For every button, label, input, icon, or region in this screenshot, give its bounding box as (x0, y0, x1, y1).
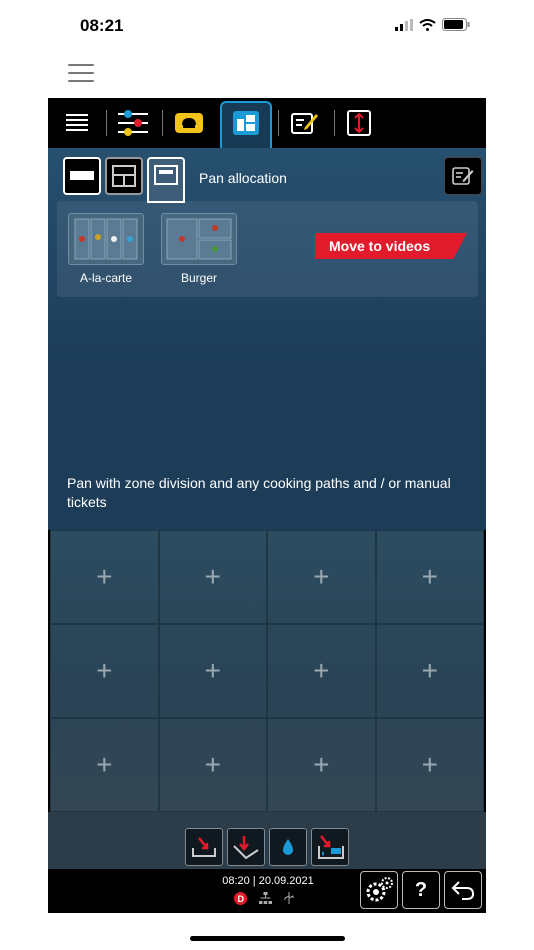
pan-slot[interactable]: + (375, 530, 484, 624)
back-button[interactable] (444, 871, 482, 909)
edit-note-icon (452, 167, 474, 185)
gears-icon (366, 877, 393, 902)
pan-slot[interactable]: + (158, 718, 267, 812)
battery-icon (442, 18, 470, 31)
pan-slot[interactable]: + (158, 624, 267, 718)
pan-arrow-down-icon (192, 837, 216, 857)
split-zone-icon (112, 165, 136, 187)
action-bar (48, 812, 486, 869)
pan-grid-icon (233, 111, 259, 135)
system-icons (395, 18, 470, 31)
svg-text:D: D (238, 894, 245, 904)
pan-slot[interactable]: + (50, 530, 159, 624)
signal-icon (395, 18, 413, 31)
single-zone-icon (70, 171, 94, 180)
cleaning-button[interactable] (311, 828, 349, 866)
date-time: 08:20 | 20.09.2021 (222, 875, 314, 887)
chef-hat-icon (175, 113, 203, 133)
pan-allocation-panel: Pan allocation A-la-carte Burger Move to… (48, 148, 486, 530)
pan-water-icon (318, 835, 344, 859)
pan-slot[interactable]: + (375, 624, 484, 718)
tab-list[interactable] (54, 102, 100, 144)
pan-slot[interactable]: + (50, 624, 159, 718)
unload-pan-button[interactable] (185, 828, 223, 866)
split-pan-mode-button[interactable] (105, 157, 143, 195)
top-tab-bar (48, 98, 486, 151)
footer-status-icons: D (234, 891, 294, 905)
status-bar: 08:21 (0, 0, 534, 52)
vertical-arrows-icon (347, 110, 371, 136)
pan-slot[interactable]: + (375, 718, 484, 812)
demo-mode-icon: D (234, 891, 247, 905)
zone-icon (154, 165, 178, 185)
network-icon (259, 891, 272, 904)
tilt-pan-button[interactable] (227, 828, 265, 866)
tab-chef-hat[interactable] (166, 102, 212, 144)
page-title: Pan allocation (199, 170, 287, 186)
preset-label: Burger (180, 271, 218, 285)
tab-sort[interactable] (336, 102, 382, 144)
home-indicator[interactable] (190, 936, 345, 941)
edit-button[interactable] (444, 157, 482, 195)
usb-icon (284, 892, 294, 904)
list-icon (66, 114, 88, 131)
pan-slot-grid: + + + + + + + + + + + + (50, 530, 484, 812)
tab-edit[interactable] (282, 102, 328, 144)
pan-slot[interactable]: + (267, 624, 376, 718)
preset-list: A-la-carte Burger Move to videos (57, 201, 478, 297)
tab-settings-sliders[interactable] (110, 102, 156, 144)
pan-slot[interactable]: + (267, 530, 376, 624)
help-button[interactable]: ? (402, 871, 440, 909)
pan-tilt-icon (233, 836, 259, 860)
menu-icon[interactable] (68, 64, 94, 84)
footer-bar: 08:20 | 20.09.2021 D ? (48, 869, 486, 913)
pan-slot[interactable]: + (158, 530, 267, 624)
description-text: Pan with zone division and any cooking p… (67, 475, 451, 510)
preset-label: A-la-carte (79, 271, 132, 285)
edit-icon (291, 113, 318, 134)
single-pan-mode-button[interactable] (63, 157, 101, 195)
move-to-videos-button[interactable]: Move to videos (315, 233, 467, 259)
water-button[interactable] (269, 828, 307, 866)
preset-burger[interactable] (161, 213, 237, 265)
water-drop-icon (283, 839, 293, 855)
tab-pan-allocation[interactable] (220, 101, 272, 151)
zone-pan-mode-button[interactable] (147, 157, 185, 203)
clock: 08:21 (80, 16, 124, 35)
oven-interface: Pan allocation A-la-carte Burger Move to… (48, 98, 486, 913)
back-arrow-icon (451, 881, 475, 900)
a-la-carte-layout-icon (74, 218, 138, 260)
wifi-icon (419, 18, 436, 31)
pan-slot[interactable]: + (267, 718, 376, 812)
settings-button[interactable] (360, 871, 398, 909)
burger-layout-icon (166, 218, 232, 260)
pan-slot[interactable]: + (50, 718, 159, 812)
sliders-icon (118, 110, 148, 136)
preset-a-la-carte[interactable] (68, 213, 144, 265)
